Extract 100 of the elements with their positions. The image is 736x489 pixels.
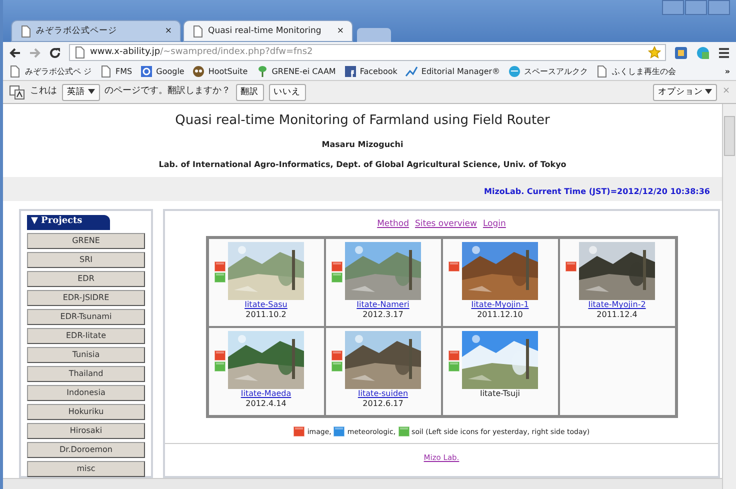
translate-button[interactable]: 翻訳: [236, 84, 264, 100]
tab-title: みぞラボ公式ページ: [36, 24, 118, 38]
bookmark[interactable]: ふくしま再生の会: [596, 65, 676, 78]
bookmark[interactable]: HootSuite: [192, 65, 248, 78]
new-tab-button[interactable]: [357, 28, 391, 42]
image-status-icon: [448, 350, 460, 362]
project-button[interactable]: EDR: [27, 271, 145, 287]
project-button[interactable]: Hokuriku: [27, 404, 145, 420]
extension-icon[interactable]: [674, 46, 688, 60]
page-icon: [596, 65, 610, 78]
decline-button[interactable]: いいえ: [268, 84, 306, 100]
close-tab-button[interactable]: ×: [164, 24, 172, 38]
translate-prompt: のページです。翻訳しますか？: [104, 85, 231, 98]
square-icon: [140, 65, 154, 78]
project-button[interactable]: Dr.Doroemon: [27, 442, 145, 458]
vertical-scrollbar[interactable]: [722, 104, 736, 489]
horizontal-scrollbar[interactable]: [3, 478, 722, 489]
project-button[interactable]: EDR-Tsunami: [27, 309, 145, 325]
site-link[interactable]: Iitate-Nameri: [356, 300, 410, 310]
chart-icon: [405, 65, 418, 78]
extension-icon[interactable]: [696, 46, 710, 60]
affiliation-text: Lab. of International Agro-Informatics, Dept. of Global Agricultural Science, Univ. of Tokyo: [158, 158, 568, 170]
scroll-thumb[interactable]: [724, 116, 735, 156]
page-title: Quasi real-time Monitoring of Farmland using Field Router: [174, 112, 551, 130]
bookmark[interactable]: Editorial Manager®: [405, 65, 500, 78]
owl-icon: [192, 65, 206, 78]
page-icon: [74, 46, 86, 59]
project-button[interactable]: misc: [27, 461, 145, 477]
project-button[interactable]: Indonesia: [27, 385, 145, 401]
site-date: 2011.12.10: [477, 310, 523, 320]
project-button[interactable]: EDR-Iitate: [27, 328, 145, 344]
close-tab-button[interactable]: ×: [336, 24, 344, 38]
soil-status-icon: [214, 272, 226, 284]
page-icon: [9, 65, 22, 78]
image-status-icon: [214, 350, 226, 362]
project-button[interactable]: SRI: [27, 252, 145, 268]
soil-status-icon: [330, 361, 342, 372]
site-date: 2012.6.17: [362, 399, 404, 410]
bookmark[interactable]: Facebook: [344, 65, 398, 78]
project-button[interactable]: GRENE: [27, 233, 145, 249]
bookmark[interactable]: Google: [140, 65, 184, 78]
page-icon: [192, 24, 204, 38]
project-button[interactable]: Thailand: [27, 366, 145, 382]
back-icon[interactable]: [9, 46, 21, 58]
browser-tab[interactable]: Quasi real-time Monitoring ×: [183, 20, 353, 42]
image-status-icon: [564, 261, 576, 272]
nav-link[interactable]: Method: [377, 218, 409, 230]
nav-link[interactable]: Sites overview: [414, 218, 477, 230]
soil-status-icon: [214, 361, 226, 372]
image-status-icon: [330, 261, 342, 272]
site-link[interactable]: Iitate-Myojin-2: [588, 300, 646, 310]
site-link[interactable]: Iitate-Sasu: [244, 300, 288, 310]
bookmark[interactable]: スペースアルクク: [508, 65, 588, 78]
more-bookmarks-button[interactable]: »: [724, 66, 730, 78]
site-date: 2011.10.2: [246, 310, 286, 320]
author-name: Masaru Mizoguchi: [320, 138, 404, 150]
menu-icon[interactable]: [718, 46, 730, 58]
image-status-icon: [448, 261, 460, 272]
page-icon: [100, 65, 113, 78]
minimize-button[interactable]: [662, 0, 684, 15]
star-icon[interactable]: [648, 46, 661, 59]
square-icon: [344, 65, 357, 78]
site-date: 2012.4.14: [246, 399, 286, 410]
soil-status-icon: [448, 361, 460, 372]
caret-icon: [705, 88, 712, 94]
project-button[interactable]: EDR-JSIDRE: [27, 290, 145, 306]
site-date: 2011.12.4: [596, 310, 638, 320]
globe-icon: [508, 65, 522, 78]
translate-prompt: これは: [30, 85, 57, 98]
current-time-text: MizoLab. Current Time (JST)=2012/12/20 10:38:36: [484, 186, 710, 198]
sidebar-heading: ▼ Projects: [27, 214, 110, 230]
site-link[interactable]: Iitate-suiden: [358, 389, 408, 400]
soil-status-icon: [398, 426, 410, 438]
plant-icon: [256, 65, 269, 78]
bookmark[interactable]: GRENE-ei CAAM: [256, 65, 336, 78]
soil-status-icon: [330, 272, 342, 284]
site-link[interactable]: Iitate-Myojin-1: [471, 300, 529, 310]
maximize-button[interactable]: [685, 0, 707, 15]
site-name: Iitate-Tsuji: [480, 389, 520, 400]
nav-link[interactable]: Login: [482, 218, 506, 230]
close-window-button[interactable]: [708, 0, 730, 15]
page-icon: [20, 24, 32, 38]
translate-icon: [9, 84, 25, 100]
bookmark[interactable]: FMS: [100, 65, 132, 78]
meteo-status-icon: [333, 426, 346, 438]
language-dropdown[interactable]: 英語: [62, 84, 100, 100]
reload-icon[interactable]: [49, 46, 61, 58]
project-button[interactable]: Tunisia: [27, 347, 145, 363]
image-status-icon: [293, 426, 306, 438]
options-dropdown[interactable]: オプション: [652, 84, 718, 100]
site-link[interactable]: Iitate-Maeda: [240, 389, 292, 400]
url-text: www.x-ability.jp/~swampred/index.php?dfw=fns2: [90, 46, 313, 59]
browser-tab[interactable]: みぞラボ公式ページ ×: [11, 20, 181, 42]
forward-icon[interactable]: [29, 46, 41, 58]
site-date: 2012.3.17: [362, 310, 404, 320]
address-bar[interactable]: www.x-ability.jp/~swampred/index.php?dfw=fns2: [69, 44, 666, 61]
tab-title: Quasi real-time Monitoring: [208, 24, 322, 38]
project-button[interactable]: Hirosaki: [27, 423, 145, 439]
image-status-icon: [214, 261, 226, 272]
bookmark[interactable]: みぞラボ公式ペ ジ: [9, 65, 92, 78]
